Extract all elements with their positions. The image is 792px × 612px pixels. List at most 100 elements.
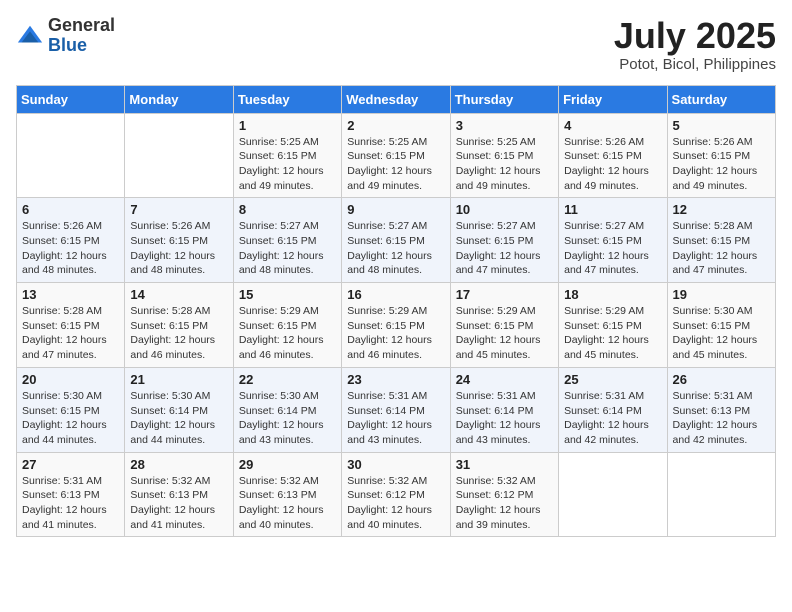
day-number: 14 <box>130 287 227 302</box>
calendar-cell: 16 Sunrise: 5:29 AM Sunset: 6:15 PM Dayli… <box>342 283 450 368</box>
day-number: 26 <box>673 372 770 387</box>
day-number: 23 <box>347 372 444 387</box>
day-number: 22 <box>239 372 336 387</box>
calendar-cell: 17 Sunrise: 5:29 AM Sunset: 6:15 PM Dayli… <box>450 283 558 368</box>
day-number: 4 <box>564 118 661 133</box>
day-info: Sunrise: 5:31 AM Sunset: 6:13 PM Dayligh… <box>22 474 119 533</box>
calendar-cell: 28 Sunrise: 5:32 AM Sunset: 6:13 PM Dayli… <box>125 452 233 537</box>
day-number: 13 <box>22 287 119 302</box>
calendar-week-row: 1 Sunrise: 5:25 AM Sunset: 6:15 PM Daylig… <box>17 113 776 198</box>
day-of-week-header: Tuesday <box>233 85 341 113</box>
calendar-cell: 30 Sunrise: 5:32 AM Sunset: 6:12 PM Dayli… <box>342 452 450 537</box>
calendar-cell: 5Sunrise: 5:26 AM Sunset: 6:15 PM Daylig… <box>667 113 775 198</box>
day-number: 16 <box>347 287 444 302</box>
day-info: Sunrise: 5:30 AM Sunset: 6:15 PM Dayligh… <box>22 389 119 448</box>
calendar-cell: 20 Sunrise: 5:30 AM Sunset: 6:15 PM Dayli… <box>17 367 125 452</box>
day-of-week-header: Sunday <box>17 85 125 113</box>
calendar-week-row: 20 Sunrise: 5:30 AM Sunset: 6:15 PM Dayli… <box>17 367 776 452</box>
calendar-cell: 29Sunrise: 5:32 AM Sunset: 6:13 PM Dayli… <box>233 452 341 537</box>
day-number: 20 <box>22 372 119 387</box>
day-number: 21 <box>130 372 227 387</box>
day-info: Sunrise: 5:32 AM Sunset: 6:12 PM Dayligh… <box>456 474 553 533</box>
day-info: Sunrise: 5:27 AM Sunset: 6:15 PM Dayligh… <box>564 219 661 278</box>
day-number: 27 <box>22 457 119 472</box>
day-of-week-header: Friday <box>559 85 667 113</box>
day-info: Sunrise: 5:25 AM Sunset: 6:15 PM Dayligh… <box>239 135 336 194</box>
day-number: 1 <box>239 118 336 133</box>
day-info: Sunrise: 5:30 AM Sunset: 6:14 PM Dayligh… <box>239 389 336 448</box>
calendar-cell: 1 Sunrise: 5:25 AM Sunset: 6:15 PM Daylig… <box>233 113 341 198</box>
calendar-table: SundayMondayTuesdayWednesdayThursdayFrid… <box>16 85 776 538</box>
calendar-cell: 31 Sunrise: 5:32 AM Sunset: 6:12 PM Dayli… <box>450 452 558 537</box>
day-of-week-header: Thursday <box>450 85 558 113</box>
day-number: 24 <box>456 372 553 387</box>
day-number: 9 <box>347 202 444 217</box>
day-number: 11 <box>564 202 661 217</box>
calendar-cell: 7Sunrise: 5:26 AM Sunset: 6:15 PM Daylig… <box>125 198 233 283</box>
day-number: 8 <box>239 202 336 217</box>
calendar-cell: 13 Sunrise: 5:28 AM Sunset: 6:15 PM Dayli… <box>17 283 125 368</box>
calendar-cell: 12 Sunrise: 5:28 AM Sunset: 6:15 PM Dayli… <box>667 198 775 283</box>
day-info: Sunrise: 5:28 AM Sunset: 6:15 PM Dayligh… <box>673 219 770 278</box>
day-info: Sunrise: 5:29 AM Sunset: 6:15 PM Dayligh… <box>347 304 444 363</box>
calendar-cell: 8 Sunrise: 5:27 AM Sunset: 6:15 PM Daylig… <box>233 198 341 283</box>
day-number: 6 <box>22 202 119 217</box>
day-number: 29 <box>239 457 336 472</box>
day-info: Sunrise: 5:32 AM Sunset: 6:12 PM Dayligh… <box>347 474 444 533</box>
calendar-week-row: 27 Sunrise: 5:31 AM Sunset: 6:13 PM Dayli… <box>17 452 776 537</box>
calendar-cell: 25Sunrise: 5:31 AM Sunset: 6:14 PM Dayli… <box>559 367 667 452</box>
month-title: July 2025 <box>614 16 776 56</box>
day-of-week-header: Saturday <box>667 85 775 113</box>
day-number: 18 <box>564 287 661 302</box>
calendar-cell <box>125 113 233 198</box>
day-info: Sunrise: 5:31 AM Sunset: 6:14 PM Dayligh… <box>456 389 553 448</box>
day-info: Sunrise: 5:29 AM Sunset: 6:15 PM Dayligh… <box>456 304 553 363</box>
calendar-cell: 10 Sunrise: 5:27 AM Sunset: 6:15 PM Dayli… <box>450 198 558 283</box>
calendar-cell <box>559 452 667 537</box>
day-info: Sunrise: 5:29 AM Sunset: 6:15 PM Dayligh… <box>564 304 661 363</box>
calendar-cell: 23 Sunrise: 5:31 AM Sunset: 6:14 PM Dayli… <box>342 367 450 452</box>
logo-icon <box>16 22 44 50</box>
calendar-week-row: 13 Sunrise: 5:28 AM Sunset: 6:15 PM Dayli… <box>17 283 776 368</box>
day-number: 19 <box>673 287 770 302</box>
calendar-cell: 6Sunrise: 5:26 AM Sunset: 6:15 PM Daylig… <box>17 198 125 283</box>
day-info: Sunrise: 5:28 AM Sunset: 6:15 PM Dayligh… <box>22 304 119 363</box>
calendar-cell: 27 Sunrise: 5:31 AM Sunset: 6:13 PM Dayli… <box>17 452 125 537</box>
day-info: Sunrise: 5:31 AM Sunset: 6:14 PM Dayligh… <box>564 389 661 448</box>
logo-text: General Blue <box>48 16 115 56</box>
day-number: 12 <box>673 202 770 217</box>
day-info: Sunrise: 5:31 AM Sunset: 6:14 PM Dayligh… <box>347 389 444 448</box>
calendar-body: 1 Sunrise: 5:25 AM Sunset: 6:15 PM Daylig… <box>17 113 776 537</box>
day-info: Sunrise: 5:30 AM Sunset: 6:15 PM Dayligh… <box>673 304 770 363</box>
day-number: 17 <box>456 287 553 302</box>
day-number: 10 <box>456 202 553 217</box>
day-number: 31 <box>456 457 553 472</box>
day-number: 2 <box>347 118 444 133</box>
day-number: 15 <box>239 287 336 302</box>
calendar-cell: 2 Sunrise: 5:25 AM Sunset: 6:15 PM Daylig… <box>342 113 450 198</box>
day-number: 5 <box>673 118 770 133</box>
calendar-cell: 11 Sunrise: 5:27 AM Sunset: 6:15 PM Dayli… <box>559 198 667 283</box>
day-info: Sunrise: 5:28 AM Sunset: 6:15 PM Dayligh… <box>130 304 227 363</box>
day-info: Sunrise: 5:29 AM Sunset: 6:15 PM Dayligh… <box>239 304 336 363</box>
calendar-cell: 9Sunrise: 5:27 AM Sunset: 6:15 PM Daylig… <box>342 198 450 283</box>
calendar-cell: 19 Sunrise: 5:30 AM Sunset: 6:15 PM Dayli… <box>667 283 775 368</box>
day-info: Sunrise: 5:30 AM Sunset: 6:14 PM Dayligh… <box>130 389 227 448</box>
logo-general: General <box>48 16 115 36</box>
logo-blue: Blue <box>48 36 115 56</box>
day-number: 3 <box>456 118 553 133</box>
day-info: Sunrise: 5:26 AM Sunset: 6:15 PM Dayligh… <box>130 219 227 278</box>
day-info: Sunrise: 5:25 AM Sunset: 6:15 PM Dayligh… <box>347 135 444 194</box>
title-area: July 2025 Potot, Bicol, Philippines <box>614 16 776 73</box>
day-of-week-header: Monday <box>125 85 233 113</box>
day-number: 30 <box>347 457 444 472</box>
calendar-cell: 22 Sunrise: 5:30 AM Sunset: 6:14 PM Dayli… <box>233 367 341 452</box>
day-info: Sunrise: 5:27 AM Sunset: 6:15 PM Dayligh… <box>239 219 336 278</box>
calendar-cell: 26Sunrise: 5:31 AM Sunset: 6:13 PM Dayli… <box>667 367 775 452</box>
calendar-cell: 4 Sunrise: 5:26 AM Sunset: 6:15 PM Daylig… <box>559 113 667 198</box>
logo: General Blue <box>16 16 115 56</box>
day-info: Sunrise: 5:27 AM Sunset: 6:15 PM Dayligh… <box>456 219 553 278</box>
day-number: 28 <box>130 457 227 472</box>
day-info: Sunrise: 5:26 AM Sunset: 6:15 PM Dayligh… <box>564 135 661 194</box>
day-info: Sunrise: 5:32 AM Sunset: 6:13 PM Dayligh… <box>130 474 227 533</box>
